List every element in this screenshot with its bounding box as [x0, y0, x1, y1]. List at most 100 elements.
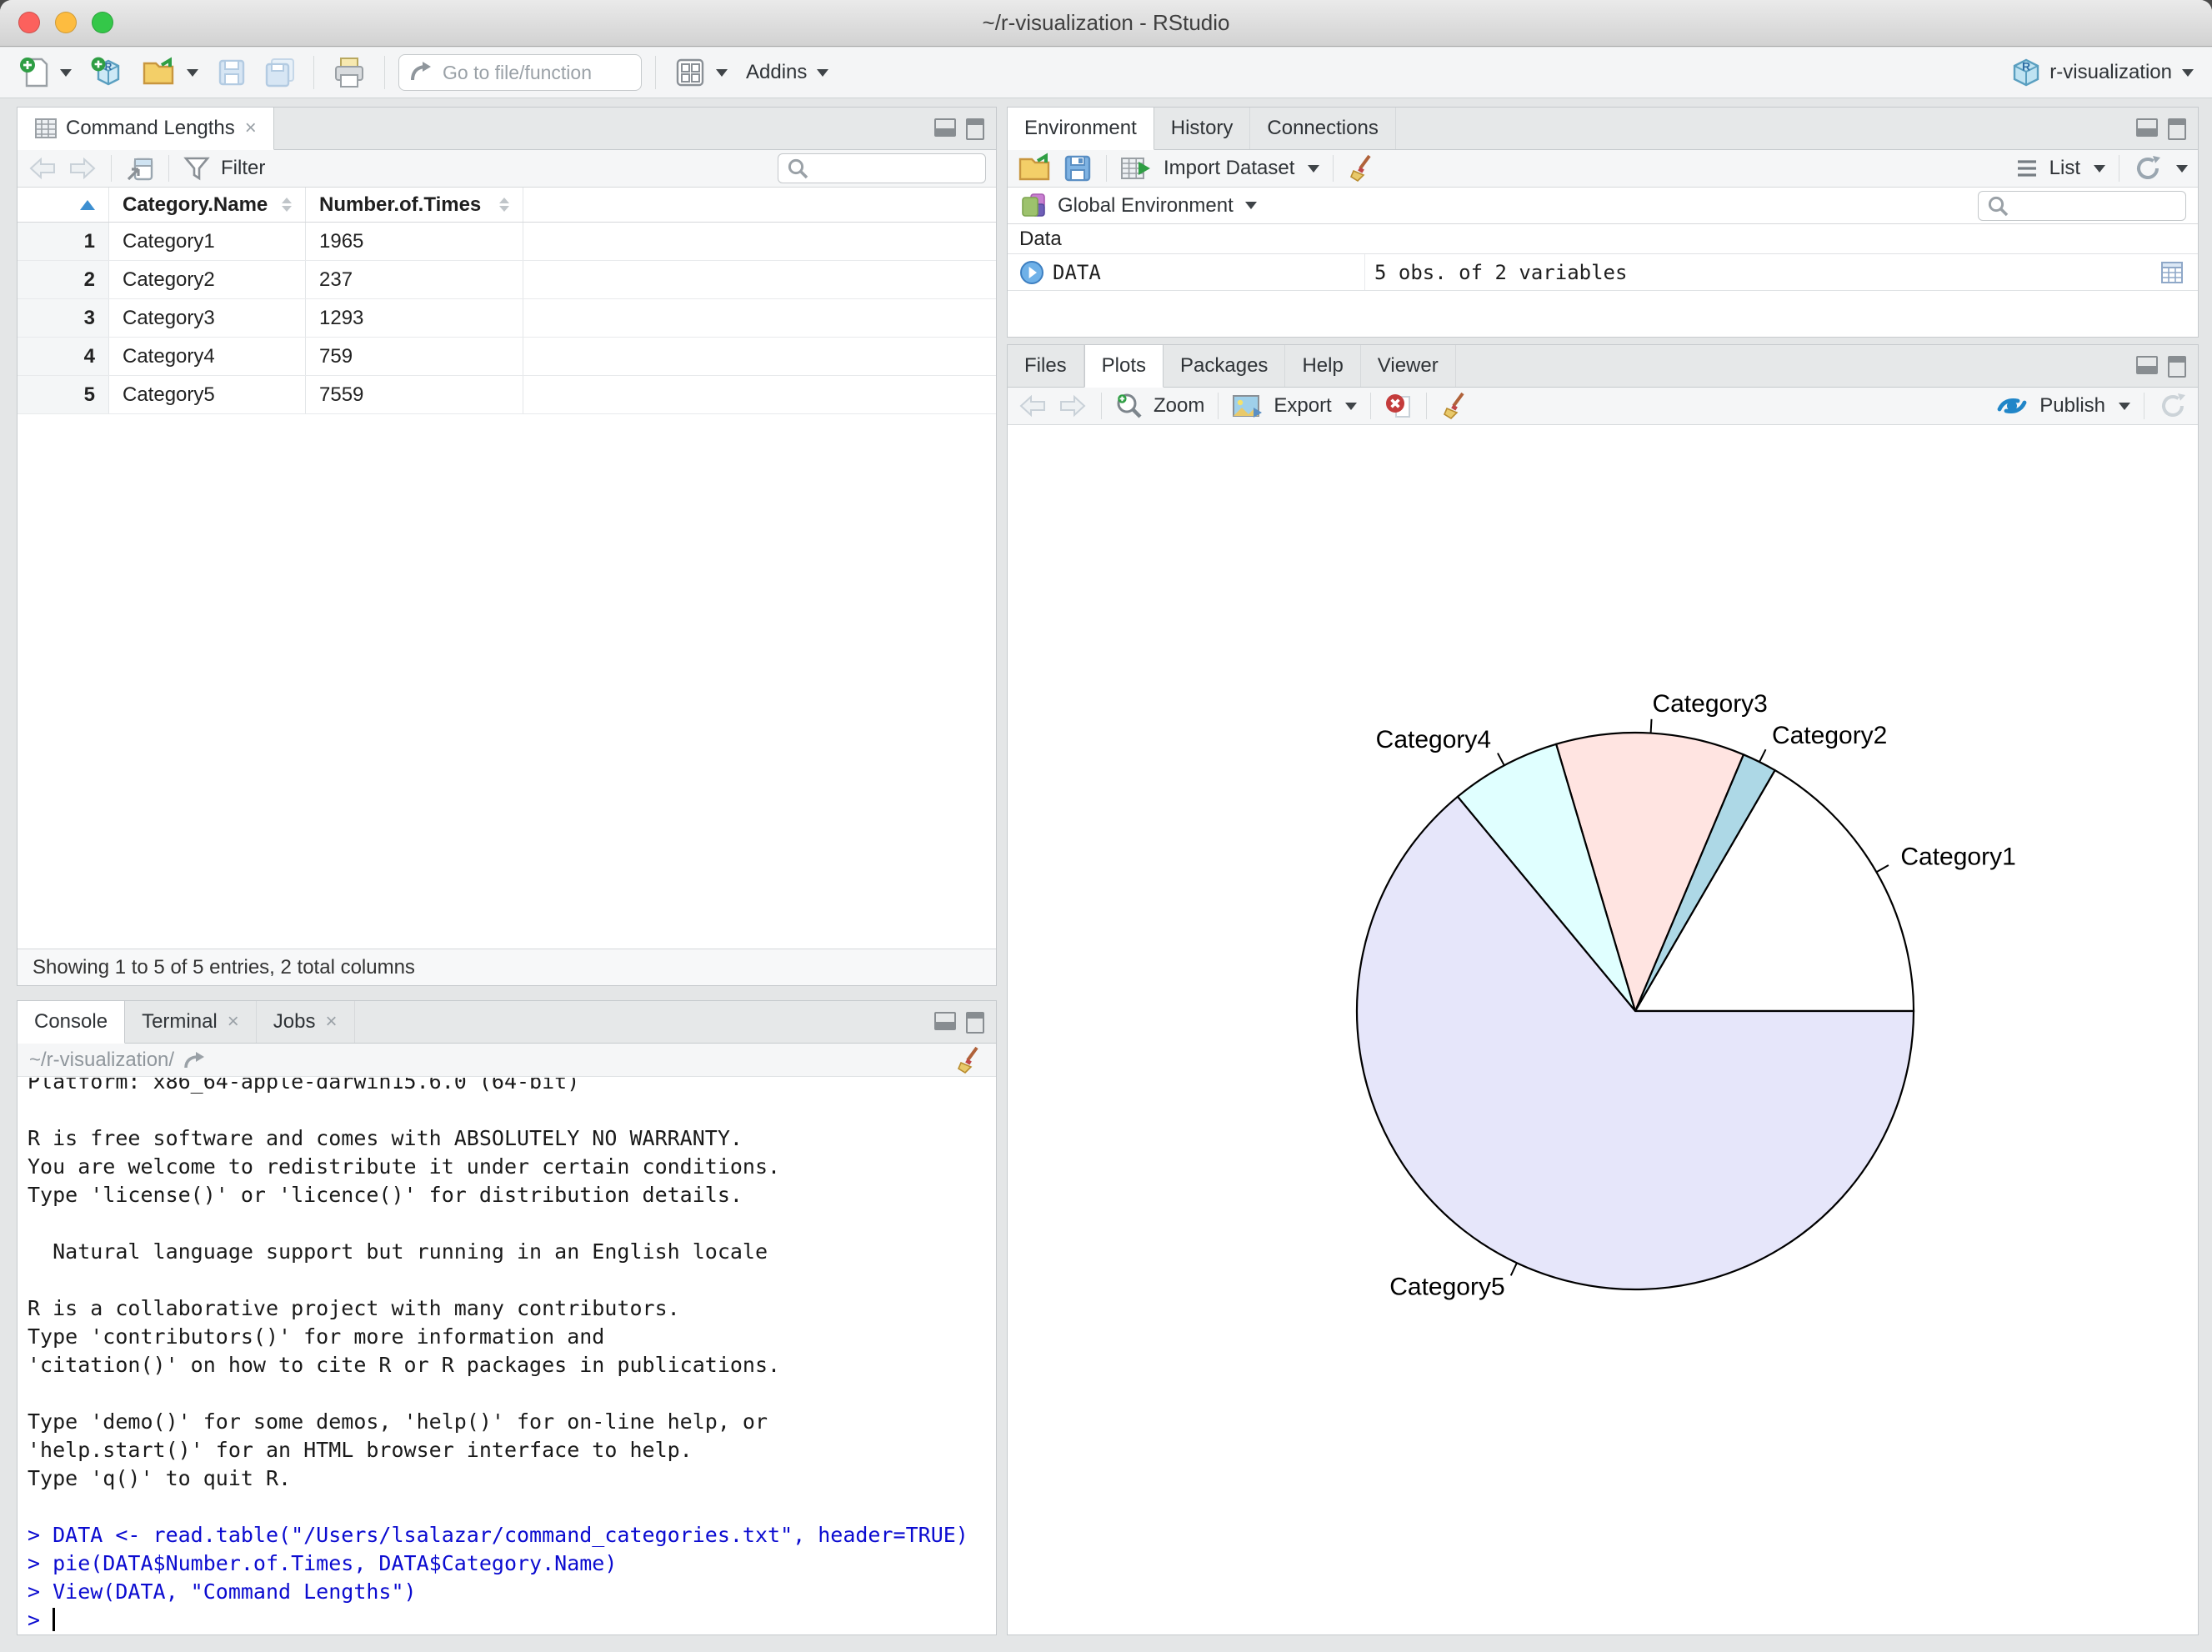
load-workspace-icon[interactable] — [1018, 153, 1053, 184]
save-button[interactable] — [212, 54, 252, 91]
viewer-search-input[interactable] — [815, 162, 977, 175]
refresh-icon[interactable] — [2133, 153, 2163, 183]
environment-scope-button[interactable]: Global Environment — [1058, 194, 1234, 218]
close-button[interactable] — [18, 12, 40, 33]
panes-layout-button[interactable] — [669, 53, 733, 92]
tab-close-icon[interactable]: × — [228, 1010, 239, 1034]
console-input-line: > DATA <- read.table("/Users/lsalazar/co… — [28, 1523, 968, 1547]
remove-plot-icon[interactable] — [1384, 392, 1413, 420]
object-value: 5 obs. of 2 variables — [1374, 260, 1628, 284]
minimize-pane-icon[interactable] — [934, 118, 956, 137]
viewer-toolbar: Filter — [18, 150, 996, 188]
viewer-search-box[interactable] — [778, 153, 986, 183]
new-project-button[interactable]: R — [85, 53, 128, 93]
rstudio-window: ~/r-visualization - RStudio R Go to file… — [0, 0, 2212, 1652]
table-cell: 237 — [306, 261, 523, 298]
zoom-plot-button[interactable]: Zoom — [1154, 394, 1204, 418]
tab-terminal[interactable]: Terminal × — [125, 1001, 257, 1043]
environment-search-box[interactable] — [1978, 190, 2186, 221]
forward-icon[interactable] — [68, 156, 98, 181]
console-output-line: Platform: x86_64-apple-darwin15.6.0 (64-… — [28, 1078, 580, 1094]
tab-environment[interactable]: Environment — [1008, 108, 1154, 150]
table-cell: 1965 — [306, 223, 523, 260]
console-area[interactable]: Platform: x86_64-apple-darwin15.6.0 (64-… — [18, 1078, 996, 1634]
back-icon[interactable] — [28, 156, 58, 181]
project-menu-button[interactable]: R r-visualization — [2004, 53, 2199, 93]
maximize-pane-icon[interactable] — [966, 118, 984, 140]
tab-command-lengths[interactable]: Command Lengths × — [18, 108, 274, 150]
maximize-pane-icon[interactable] — [2168, 356, 2186, 378]
environment-scope-row: Global Environment — [1008, 188, 2198, 224]
plots-pane: Files Plots Packages Help Viewer Zoom Ex… — [1007, 344, 2199, 1635]
popout-icon[interactable] — [125, 154, 155, 183]
minimize-pane-icon[interactable] — [2136, 356, 2158, 374]
console-prompt-line[interactable]: > — [28, 1606, 996, 1634]
clear-console-icon[interactable] — [954, 1045, 984, 1075]
source-pane: Command Lengths × Filter Category.Name N… — [17, 107, 997, 986]
row-number-cell: 5 — [18, 376, 109, 413]
save-workspace-icon[interactable] — [1063, 153, 1093, 183]
goto-directory-icon[interactable] — [183, 1049, 208, 1071]
tab-close-icon[interactable]: × — [245, 117, 257, 140]
clear-plots-icon[interactable] — [1440, 391, 1470, 421]
table-cell — [523, 376, 996, 413]
label-tick — [1497, 753, 1505, 766]
main-toolbar: R Addins R r — [0, 48, 2212, 98]
open-file-button[interactable] — [137, 53, 203, 92]
tab-close-icon[interactable]: × — [325, 1010, 337, 1034]
next-plot-icon[interactable] — [1058, 393, 1088, 418]
tab-files[interactable]: Files — [1008, 345, 1084, 387]
column-header-number-of-times[interactable]: Number.of.Times — [306, 188, 523, 222]
fullscreen-button[interactable] — [92, 12, 113, 33]
svg-text:R: R — [2022, 60, 2030, 73]
plot-canvas: Category1 Category2 Category3 Category4 Cate… — [1008, 426, 2198, 1634]
clear-environment-icon[interactable] — [1347, 153, 1377, 183]
filter-funnel-icon — [183, 157, 210, 181]
minimize-pane-icon[interactable] — [2136, 118, 2158, 137]
refresh-caret — [2176, 164, 2188, 173]
column-header-category-name[interactable]: Category.Name — [109, 188, 306, 222]
refresh-plots-icon[interactable] — [2158, 391, 2188, 421]
minimize-pane-icon[interactable] — [934, 1012, 956, 1030]
previous-plot-icon[interactable] — [1018, 393, 1048, 418]
tab-help[interactable]: Help — [1285, 345, 1361, 387]
panes-grid-icon — [676, 58, 704, 87]
minimize-button[interactable] — [55, 12, 77, 33]
tab-viewer[interactable]: Viewer — [1361, 345, 1456, 387]
pie-label-Category5: Category5 — [1389, 1273, 1504, 1300]
row-number-cell: 3 — [18, 299, 109, 337]
tab-connections[interactable]: Connections — [1250, 108, 1396, 149]
goto-file-input[interactable] — [443, 61, 631, 84]
expand-object-icon[interactable] — [1019, 260, 1044, 285]
goto-file-box[interactable] — [398, 54, 642, 91]
print-button[interactable] — [328, 53, 371, 92]
view-object-grid-icon[interactable] — [2159, 260, 2184, 285]
rownum-header[interactable] — [18, 188, 109, 222]
save-all-button[interactable] — [260, 54, 300, 91]
table-cell: Category5 — [109, 376, 306, 413]
maximize-pane-icon[interactable] — [966, 1012, 984, 1034]
list-view-button[interactable]: List — [2049, 157, 2080, 180]
text-cursor — [53, 1608, 56, 1631]
import-dataset-button[interactable]: Import Dataset — [1164, 157, 1294, 180]
tab-plots[interactable]: Plots — [1083, 345, 1164, 388]
maximize-pane-icon[interactable] — [2168, 118, 2186, 140]
tab-history[interactable]: History — [1154, 108, 1251, 149]
new-file-button[interactable] — [13, 53, 77, 93]
title-bar: ~/r-visualization - RStudio — [0, 0, 2212, 47]
project-caret — [2182, 68, 2194, 77]
tab-packages[interactable]: Packages — [1164, 345, 1286, 387]
tab-jobs[interactable]: Jobs × — [257, 1001, 355, 1043]
tab-console[interactable]: Console — [18, 1001, 126, 1044]
publish-button[interactable]: Publish — [2039, 394, 2105, 418]
environment-search-input[interactable] — [2015, 199, 2177, 212]
console-output-line: 'citation()' on how to cite R or R packa… — [28, 1353, 781, 1377]
environment-object-row[interactable]: DATA 5 obs. of 2 variables — [1008, 254, 2198, 291]
addins-button[interactable]: Addins — [741, 58, 833, 88]
filter-button[interactable]: Filter — [221, 157, 265, 180]
print-icon — [335, 58, 363, 88]
export-plot-button[interactable]: Export — [1274, 394, 1331, 418]
export-plot-icon — [1233, 395, 1263, 418]
panes-caret — [716, 68, 728, 77]
